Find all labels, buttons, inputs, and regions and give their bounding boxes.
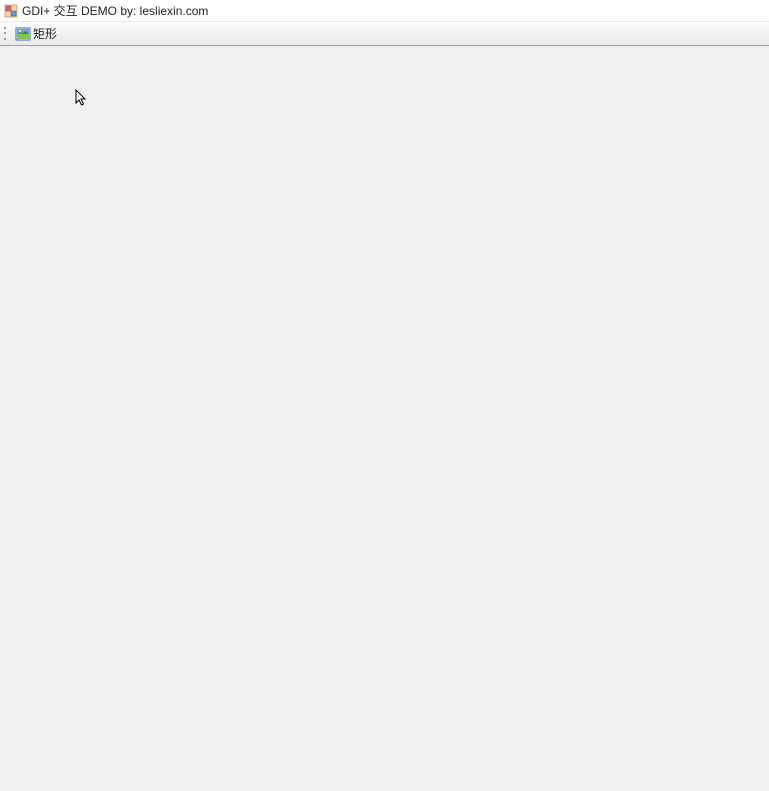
canvas-area[interactable] (0, 46, 769, 791)
rectangle-button[interactable]: 矩形 (10, 24, 62, 44)
image-icon (15, 26, 31, 42)
app-icon (4, 4, 18, 18)
cursor-icon (75, 89, 89, 107)
toolbar: 矩形 (0, 22, 769, 46)
window-titlebar: GDI+ 交互 DEMO by: lesliexin.com (0, 0, 769, 22)
rectangle-button-label: 矩形 (33, 25, 57, 42)
window-title: GDI+ 交互 DEMO by: lesliexin.com (22, 0, 208, 22)
toolbar-grip (2, 26, 8, 42)
